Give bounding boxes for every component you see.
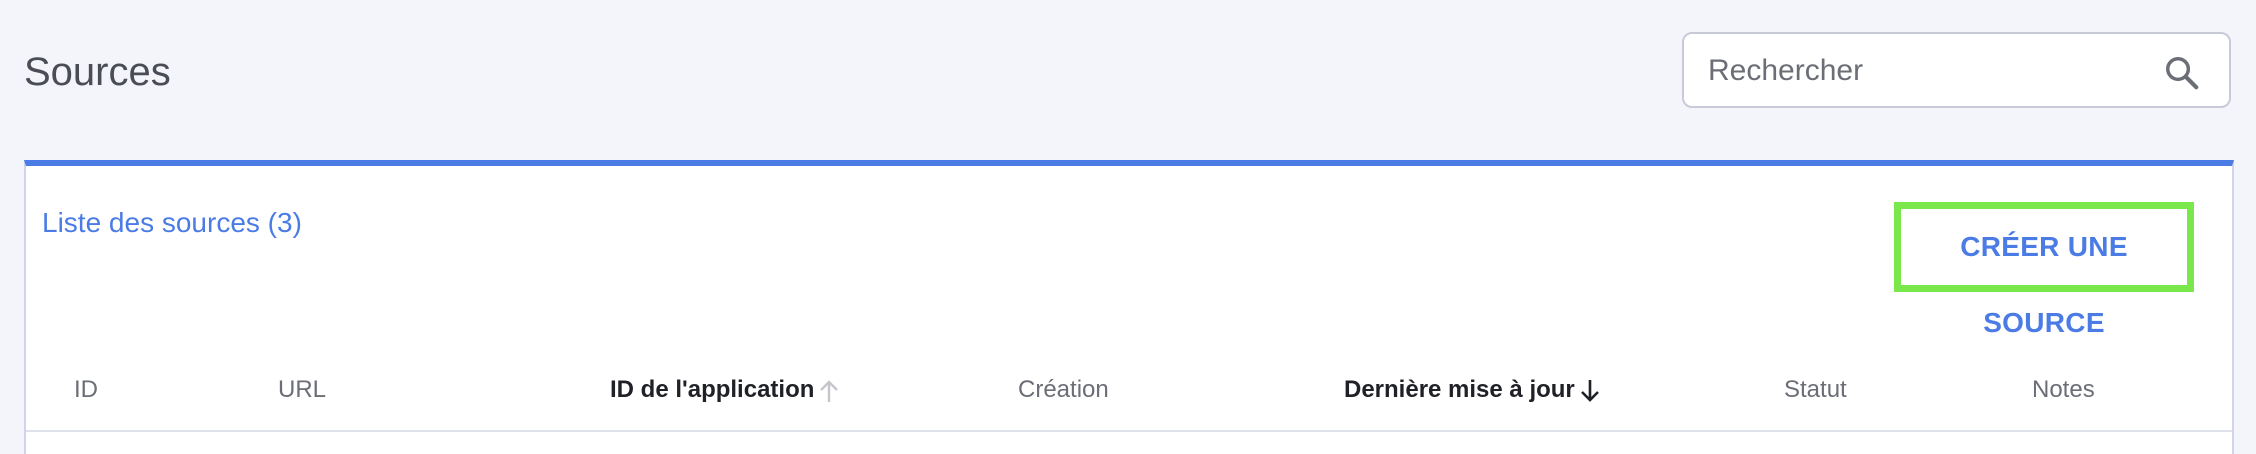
table-header: ID URL ID de l'application Création Dern…: [26, 354, 2232, 432]
create-source-button[interactable]: CRÉER UNE SOURCE: [1894, 202, 2194, 338]
column-header-label: ID: [74, 376, 98, 403]
sources-list-title: Liste des sources (3): [42, 207, 302, 238]
sort-descending-icon: [1580, 379, 1599, 402]
page-title: Sources: [24, 50, 171, 94]
column-header-notes[interactable]: Notes: [2032, 374, 2095, 406]
column-header-label: Dernière mise à jour: [1344, 376, 1575, 403]
sort-ascending-icon: [820, 379, 839, 402]
column-header-label: Notes: [2032, 376, 2095, 403]
column-header-label: ID de l'application: [610, 376, 815, 403]
column-header-application-id[interactable]: ID de l'application: [610, 374, 840, 406]
column-header-last-update[interactable]: Dernière mise à jour: [1344, 374, 1601, 406]
column-header-id[interactable]: ID: [74, 374, 98, 406]
search-input[interactable]: [1706, 44, 2130, 98]
search-box[interactable]: [1682, 32, 2231, 108]
search-icon[interactable]: [2163, 54, 2201, 92]
column-header-creation[interactable]: Création: [1018, 374, 1109, 406]
sources-page: Sources Liste des sources (3) CRÉER UNE …: [0, 0, 2256, 454]
column-header-status[interactable]: Statut: [1784, 374, 1847, 406]
column-header-label: Statut: [1784, 376, 1847, 403]
column-header-label: Création: [1018, 376, 1109, 403]
sources-card: Liste des sources (3) CRÉER UNE SOURCE I…: [24, 160, 2234, 454]
column-header-url[interactable]: URL: [278, 374, 326, 406]
column-header-label: URL: [278, 376, 327, 403]
